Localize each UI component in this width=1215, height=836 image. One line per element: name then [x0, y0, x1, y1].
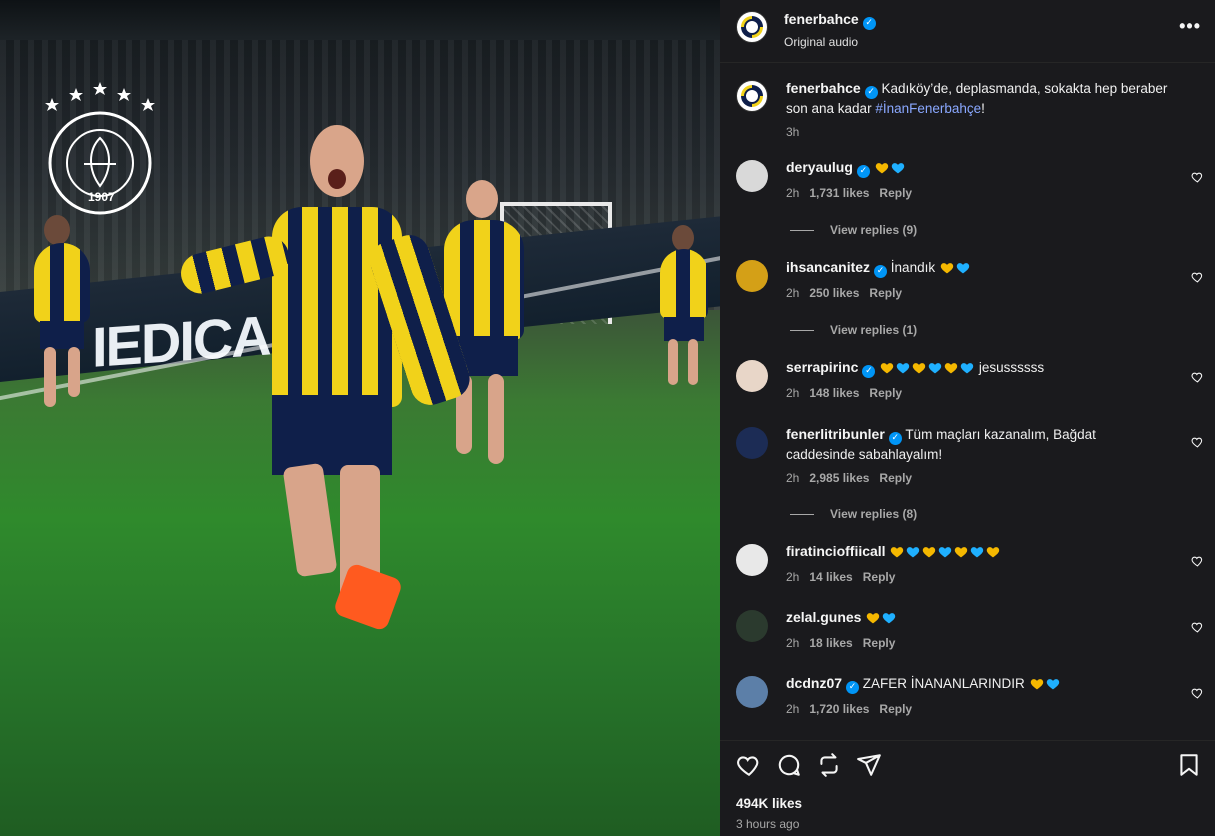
comment-time: 2h [786, 471, 800, 485]
heart-emojis-icon [1029, 676, 1061, 695]
avatar[interactable] [736, 610, 768, 642]
likes-count[interactable]: 494K likes [736, 796, 802, 811]
comment-like-heart-icon[interactable] [1191, 620, 1205, 634]
comment-time: 2h [786, 570, 800, 584]
reply-button[interactable]: Reply [879, 471, 912, 485]
comment-like-heart-icon[interactable] [1191, 686, 1205, 700]
comment-time: 2h [786, 386, 800, 400]
reply-button[interactable]: Reply [879, 702, 912, 716]
caption-username[interactable]: fenerbahce [786, 80, 861, 96]
reply-button[interactable]: Reply [879, 186, 912, 200]
comment-item: firatincioffiicall 2h 14 likes Reply [786, 542, 1166, 584]
view-replies-button[interactable]: View replies (1) [790, 323, 917, 337]
verified-badge-icon: ✓ [856, 165, 870, 178]
avatar[interactable] [736, 427, 768, 459]
comment-username[interactable]: dcdnz07 [786, 675, 842, 691]
verified-badge-icon: ✓ [888, 432, 902, 445]
bookmark-icon[interactable] [1176, 752, 1202, 778]
actions-divider [720, 740, 1215, 741]
comment-item: deryaulug ✓ 2h 1,731 likes Reply [786, 158, 1166, 200]
post-media[interactable]: IEDICANA 1907 [0, 0, 720, 836]
heart-emojis-icon [889, 544, 1001, 563]
reply-button[interactable]: Reply [869, 386, 902, 400]
comment-time: 2h [786, 286, 800, 300]
view-replies-label: View replies (8) [830, 507, 918, 521]
heart-emojis-icon [939, 260, 971, 279]
view-replies-label: View replies (9) [830, 223, 918, 237]
comment-likes[interactable]: 250 likes [809, 286, 859, 300]
more-options-icon[interactable]: ••• [1179, 16, 1201, 37]
comment-username[interactable]: deryaulug [786, 159, 853, 175]
comment-likes[interactable]: 1,731 likes [809, 186, 869, 200]
verified-badge-icon: ✓ [862, 17, 876, 30]
reply-button[interactable]: Reply [863, 636, 896, 650]
avatar[interactable] [736, 80, 768, 112]
comment-text: ZAFER İNANANLARINDIR [862, 676, 1025, 691]
verified-badge-icon: ✓ [846, 681, 860, 694]
comment-likes[interactable]: 148 likes [809, 386, 859, 400]
comment-like-heart-icon[interactable] [1191, 370, 1205, 384]
stadium-roof [0, 0, 720, 40]
avatar[interactable] [736, 160, 768, 192]
post-actions [736, 752, 1201, 782]
comment-time: 2h [786, 702, 800, 716]
heart-emojis-icon [865, 610, 897, 629]
comment-item: dcdnz07 ✓ ZAFER İNANANLARINDIR 2h 1,720 li… [786, 674, 1166, 716]
comment-username[interactable]: zelal.gunes [786, 609, 861, 625]
caption-text-end: ! [981, 101, 985, 116]
view-replies-button[interactable]: View replies (8) [790, 507, 917, 521]
verified-badge-icon: ✓ [862, 365, 876, 378]
caption-time: 3h [786, 125, 800, 139]
comment-username[interactable]: serrapirinc [786, 359, 858, 375]
player-background-left [30, 215, 100, 415]
heart-emojis-icon [874, 160, 906, 179]
player-background-right [650, 225, 720, 395]
heart-icon[interactable] [736, 752, 762, 778]
comment-username[interactable]: fenerlitribunler [786, 426, 885, 442]
comment-item: ihsancanitez ✓ İnandık 2h 250 likes Reply [786, 258, 1166, 300]
comment-username[interactable]: ihsancanitez [786, 259, 870, 275]
comment-like-heart-icon[interactable] [1191, 435, 1205, 449]
avatar[interactable] [736, 11, 768, 43]
avatar[interactable] [736, 676, 768, 708]
repost-icon[interactable] [816, 752, 842, 778]
comment-likes[interactable]: 14 likes [809, 570, 852, 584]
header-divider [720, 62, 1215, 63]
comment-like-heart-icon[interactable] [1191, 270, 1205, 284]
comment-like-heart-icon[interactable] [1191, 554, 1205, 568]
club-year-text: 1907 [88, 190, 115, 204]
reply-button[interactable]: Reply [869, 286, 902, 300]
heart-emojis-icon [879, 360, 975, 379]
comment-text: İnandık [890, 260, 936, 275]
caption-hashtag[interactable]: #İnanFenerbahçe [875, 101, 981, 116]
header-username[interactable]: fenerbahce [784, 11, 859, 27]
comment-likes[interactable]: 18 likes [809, 636, 852, 650]
avatar[interactable] [736, 544, 768, 576]
player-celebrating [176, 125, 475, 645]
comment-text: jesussssss [978, 360, 1045, 375]
reply-button[interactable]: Reply [863, 570, 896, 584]
comment-like-heart-icon[interactable] [1191, 170, 1205, 184]
avatar[interactable] [736, 360, 768, 392]
comment-item: zelal.gunes 2h 18 likes Reply [786, 608, 1166, 650]
comment-likes[interactable]: 2,985 likes [809, 471, 869, 485]
view-replies-label: View replies (1) [830, 323, 918, 337]
comments-panel: fenerbahce ✓ Original audio ••• fenerbahc… [720, 0, 1215, 836]
comment-likes[interactable]: 1,720 likes [809, 702, 869, 716]
audio-label[interactable]: Original audio [784, 35, 876, 49]
share-icon[interactable] [856, 752, 882, 778]
comment-item: fenerlitribunler ✓ Tüm maçları kazanalım,… [786, 425, 1166, 485]
comment-time: 2h [786, 186, 800, 200]
caption: fenerbahce ✓ Kadıköy’de, deplasmanda, sok… [786, 79, 1186, 139]
comment-time: 2h [786, 636, 800, 650]
comment-username[interactable]: firatincioffiicall [786, 543, 886, 559]
verified-badge-icon: ✓ [864, 86, 878, 99]
comment-item: serrapirinc ✓ jesussssss 2h 148 likes Reply [786, 358, 1166, 400]
view-replies-button[interactable]: View replies (9) [790, 223, 917, 237]
verified-badge-icon: ✓ [874, 265, 888, 278]
avatar[interactable] [736, 260, 768, 292]
posted-time: 3 hours ago [736, 817, 800, 831]
post-header: fenerbahce ✓ Original audio [784, 11, 876, 49]
comment-icon[interactable] [776, 752, 802, 778]
